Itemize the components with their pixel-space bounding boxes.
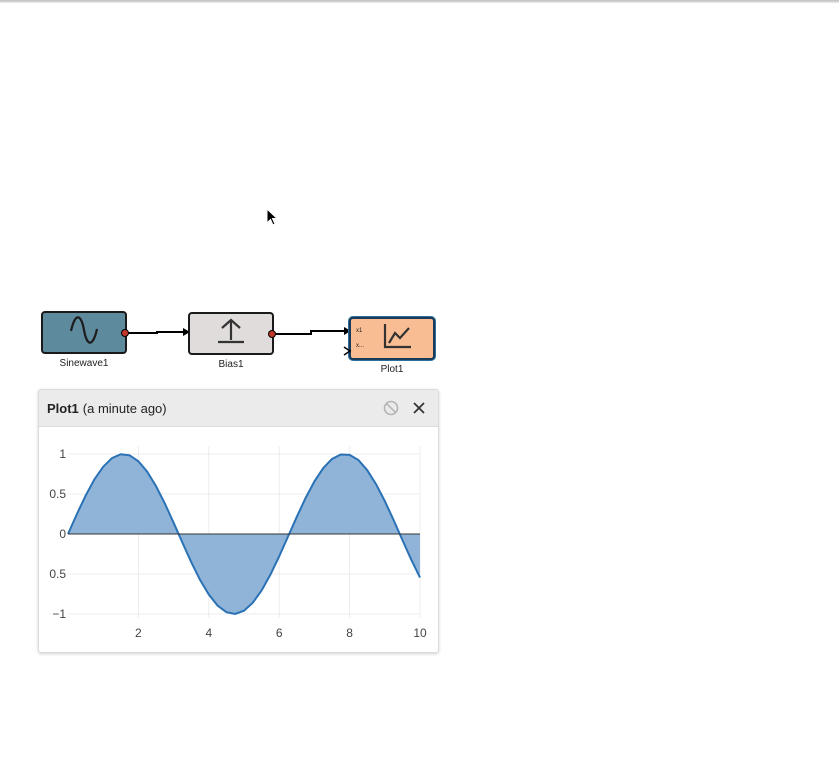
plot-panel: Plot1 (a minute ago) 2 4 6 8 10 1 0.5 0 0.5 −1 [38, 389, 439, 653]
y-tick-label-4: −1 [52, 607, 66, 621]
plot-label: Plot1 [380, 364, 404, 375]
plot-panel-title: Plot1 [47, 400, 79, 416]
x-tick-label-2: 6 [276, 626, 283, 640]
x-tick-label-4: 10 [413, 626, 427, 640]
plot-input-arrow-1 [343, 343, 353, 361]
wire-sinewave-bias[interactable] [127, 328, 190, 336]
plot-block[interactable]: x1 x... [349, 317, 435, 360]
x-tick-label-1: 4 [205, 626, 212, 640]
plot-port-label-2: x... [356, 343, 365, 349]
y-tick-label-2: 0 [59, 527, 66, 541]
plot-port-label-1: x1 [356, 328, 363, 334]
y-tick-label-1: 0.5 [49, 487, 66, 501]
y-tick-label-3: 0.5 [49, 567, 66, 581]
bias-block[interactable] [188, 312, 274, 355]
disable-icon[interactable] [380, 397, 402, 419]
x-tick-label-3: 8 [346, 626, 353, 640]
x-tick-label-0: 2 [135, 626, 142, 640]
y-tick-label-0: 1 [59, 447, 66, 461]
sine-area-chart[interactable]: 2 4 6 8 10 1 0.5 0 0.5 −1 [39, 427, 438, 652]
bias-output-port[interactable] [268, 330, 276, 338]
sine-wave-icon [67, 316, 101, 349]
line-chart-icon [381, 322, 413, 355]
bias-arrow-icon [215, 316, 247, 351]
close-icon[interactable] [408, 397, 430, 419]
wire-bias-plot[interactable] [274, 327, 351, 335]
plot-panel-header: Plot1 (a minute ago) [39, 390, 438, 427]
plot-area[interactable]: 2 4 6 8 10 1 0.5 0 0.5 −1 [39, 427, 438, 652]
plot-panel-timestamp: (a minute ago) [82, 400, 167, 416]
bias-label: Bias1 [218, 359, 244, 370]
diagram-canvas[interactable]: Sinewave1 Bias1 x1 x... Plot1 Plot1 (a m… [0, 0, 839, 768]
sinewave-output-port[interactable] [121, 329, 129, 337]
mouse-cursor-icon [266, 207, 280, 228]
sinewave-label: Sinewave1 [59, 358, 109, 369]
sinewave-block[interactable] [41, 311, 127, 354]
